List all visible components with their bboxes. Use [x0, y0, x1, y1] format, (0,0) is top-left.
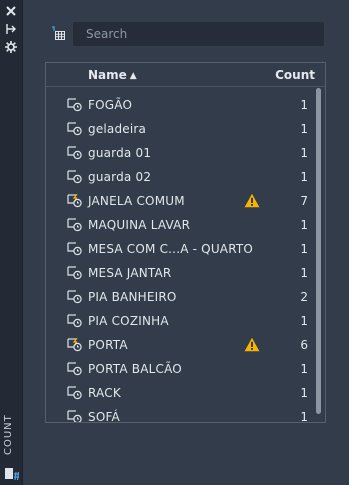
block-icon [67, 386, 83, 400]
block-icon [67, 170, 83, 184]
count-palette-icon [4, 465, 20, 481]
dynamic-block-icon [67, 193, 83, 208]
close-icon[interactable] [4, 4, 18, 18]
block-name: FOGÃO [88, 98, 133, 112]
column-header-name[interactable]: Name ▲ [88, 68, 137, 82]
table-header: Name ▲ Count [46, 63, 325, 87]
table-row[interactable]: MESA COM C...A - QUARTO 1 [46, 237, 325, 261]
sort-ascending-icon: ▲ [129, 71, 137, 81]
table-row[interactable]: RACK 1 [46, 381, 325, 405]
block-count: 1 [300, 314, 308, 328]
table-row[interactable]: MAQUINA LAVAR 1 [46, 213, 325, 237]
table-row[interactable]: PIA BANHEIRO 2 [46, 285, 325, 309]
search-field[interactable] [73, 22, 324, 46]
palette-sidebar: COUNT [0, 0, 23, 485]
block-name: guarda 01 [88, 146, 152, 160]
block-icon [67, 410, 83, 422]
table-row[interactable]: FOGÃO 1 [46, 93, 325, 117]
gear-icon[interactable] [4, 40, 18, 54]
block-count: 1 [300, 410, 308, 423]
block-count: 1 [300, 98, 308, 112]
block-icon [67, 98, 83, 112]
palette-title: COUNT [3, 414, 14, 455]
search-input[interactable] [74, 23, 323, 45]
count-table-icon [50, 26, 66, 42]
block-icon [67, 266, 83, 280]
table-row[interactable]: geladeira 1 [46, 117, 325, 141]
table-body: FOGÃO 1 geladeira 1 guarda 01 1 guarda 02 1 [46, 93, 325, 423]
scrollbar-thumb[interactable] [316, 88, 321, 414]
block-count: 2 [300, 290, 308, 304]
block-name: JANELA COMUM [88, 194, 185, 208]
block-icon [67, 242, 83, 256]
table-row[interactable]: guarda 01 1 [46, 141, 325, 165]
block-name: SOFÁ [88, 410, 120, 423]
block-name: MESA JANTAR [88, 266, 172, 280]
block-count: 1 [300, 242, 308, 256]
block-count: 1 [300, 386, 308, 400]
block-name: PORTA BALCÃO [88, 362, 182, 376]
vertical-scrollbar[interactable] [316, 88, 322, 422]
block-count: 1 [300, 122, 308, 136]
warning-icon[interactable] [244, 193, 260, 208]
block-count: 7 [300, 194, 308, 208]
block-count: 1 [300, 146, 308, 160]
table-row[interactable]: guarda 02 1 [46, 165, 325, 189]
column-header-count[interactable]: Count [275, 68, 315, 82]
warning-icon[interactable] [244, 337, 260, 352]
dynamic-block-icon [67, 337, 83, 352]
block-name: MESA COM C...A - QUARTO [88, 242, 254, 256]
block-name: PIA COZINHA [88, 314, 169, 328]
block-count: 1 [300, 218, 308, 232]
count-table: Name ▲ Count FOGÃO 1 geladeira 1 guarda 01 1 [45, 62, 326, 423]
block-name: MAQUINA LAVAR [88, 218, 191, 232]
table-row[interactable]: MESA JANTAR 1 [46, 261, 325, 285]
block-count: 1 [300, 362, 308, 376]
pin-icon[interactable] [4, 22, 18, 36]
block-icon [67, 314, 83, 328]
block-count: 1 [300, 170, 308, 184]
table-row[interactable]: PIA COZINHA 1 [46, 309, 325, 333]
block-count: 1 [300, 266, 308, 280]
block-count: 6 [300, 338, 308, 352]
table-row[interactable]: JANELA COMUM 7 [46, 189, 325, 213]
block-name: PIA BANHEIRO [88, 290, 177, 304]
block-name: geladeira [88, 122, 147, 136]
block-name: guarda 02 [88, 170, 152, 184]
table-row[interactable]: SOFÁ 1 [46, 405, 325, 423]
block-name: PORTA [88, 338, 128, 352]
block-icon [67, 146, 83, 160]
block-icon [67, 290, 83, 304]
block-icon [67, 122, 83, 136]
table-row[interactable]: PORTA 6 [46, 333, 325, 357]
table-row[interactable]: PORTA BALCÃO 1 [46, 357, 325, 381]
block-icon [67, 362, 83, 376]
column-header-name-label: Name [88, 68, 127, 82]
block-name: RACK [88, 386, 121, 400]
block-icon [67, 218, 83, 232]
